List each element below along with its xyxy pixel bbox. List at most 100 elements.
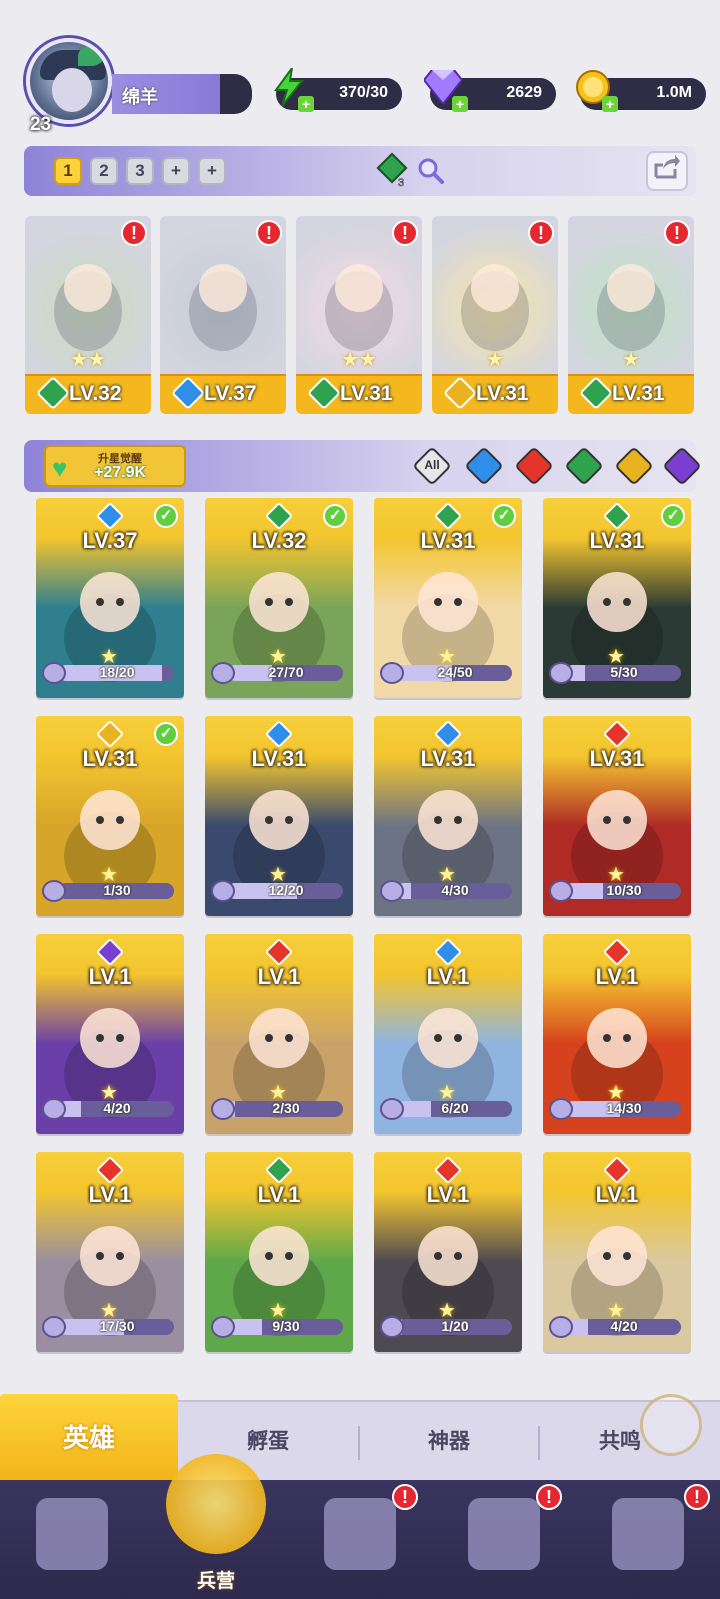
team-hero-card[interactable]: LV.37! (160, 216, 286, 414)
team-tab-add-2[interactable]: + (198, 157, 226, 185)
shard-progress: 5/30 (549, 662, 683, 684)
shard-count: 2/30 (272, 1100, 300, 1116)
hero-level: LV.31 (476, 382, 529, 405)
hero-card[interactable]: LV.31 ✓ ★ 24/50 (374, 498, 522, 698)
energy-counter[interactable]: + 370/30 (274, 68, 402, 112)
hero-level: LV.31 (82, 746, 138, 771)
shard-count: 10/30 (606, 882, 642, 898)
hero-level: LV.31 (589, 528, 645, 553)
hero-level: LV.37 (204, 382, 257, 405)
team-tab-2[interactable]: 2 (90, 157, 118, 185)
shard-progress: 24/50 (380, 662, 514, 684)
shard-count: 9/30 (272, 1318, 300, 1334)
nav-barracks-label: 兵营 (196, 1571, 235, 1592)
filter-light-icon[interactable] (614, 446, 654, 486)
team-tab-3[interactable]: 3 (126, 157, 154, 185)
shard-progress: 4/20 (549, 1316, 683, 1338)
hero-card[interactable]: LV.31 ★ 4/30 (374, 716, 522, 916)
nav-map[interactable]: ! (288, 1480, 432, 1599)
team-hero-card[interactable]: ★★ LV.32! (25, 216, 151, 414)
hero-level: LV.1 (88, 1182, 132, 1207)
hero-level: LV.1 (595, 964, 639, 989)
shard-progress: 18/20 (42, 662, 176, 684)
nav-barracks[interactable]: 兵营 (144, 1444, 288, 1599)
share-button[interactable] (646, 151, 688, 191)
player-name-bar[interactable]: 绵羊 (112, 74, 252, 114)
nav-cards[interactable] (0, 1480, 144, 1599)
sub-tab-bar: 英雄 孵蛋 神器 共鸣 (0, 1394, 720, 1482)
hero-card[interactable]: LV.1 ★ 17/30 (36, 1152, 184, 1352)
team-element-gem-icon[interactable]: 3 (374, 152, 410, 189)
shard-progress: 14/30 (549, 1098, 683, 1120)
guild-icon (612, 1498, 684, 1570)
team-hero-card[interactable]: ★ LV.31! (568, 216, 694, 414)
filter-nature-icon[interactable] (564, 446, 604, 486)
hero-level: LV.1 (257, 1182, 301, 1207)
nav-guild[interactable]: ! (576, 1480, 720, 1599)
player-avatar[interactable] (26, 38, 112, 124)
shard-count: 18/20 (99, 664, 135, 680)
hero-card[interactable]: LV.1 ★ 4/20 (543, 1152, 691, 1352)
shard-progress: 6/20 (380, 1098, 514, 1120)
add-energy-icon[interactable]: + (298, 96, 314, 112)
hero-card[interactable]: LV.31 ✓ ★ 5/30 (543, 498, 691, 698)
check-icon: ✓ (661, 504, 685, 528)
shard-progress: 10/30 (549, 880, 683, 902)
hero-card[interactable]: LV.1 ★ 9/30 (205, 1152, 353, 1352)
hero-card[interactable]: LV.1 ★ 2/30 (205, 934, 353, 1134)
hero-card[interactable]: LV.1 ★ 1/20 (374, 1152, 522, 1352)
player-level: 23 (30, 114, 52, 135)
team-tab-add-1[interactable]: + (162, 157, 190, 185)
shard-count: 12/20 (268, 882, 304, 898)
alert-badge-icon: ! (392, 220, 418, 246)
team-hero-card[interactable]: ★ LV.31! (432, 216, 558, 414)
awaken-bonus-button[interactable]: ♥ 升星觉醒 +27.9K (44, 445, 186, 487)
hero-level: LV.31 (589, 746, 645, 771)
hero-card[interactable]: LV.31 ★ 12/20 (205, 716, 353, 916)
alert-badge-icon: ! (684, 1484, 710, 1510)
hero-stars: ★ (622, 349, 640, 371)
shard-count: 4/20 (610, 1318, 638, 1334)
hero-card[interactable]: LV.32 ✓ ★ 27/70 (205, 498, 353, 698)
hero-card[interactable]: LV.1 ★ 6/20 (374, 934, 522, 1134)
hero-filter-bar: ♥ 升星觉醒 +27.9K All (24, 440, 702, 492)
hero-level: LV.1 (595, 1182, 639, 1207)
gem-counter[interactable]: + 2629 (424, 70, 556, 112)
hero-card[interactable]: LV.31 ★ 10/30 (543, 716, 691, 916)
hero-card[interactable]: LV.1 ★ 14/30 (543, 934, 691, 1134)
shard-count: 4/30 (441, 882, 469, 898)
alert-badge-icon: ! (392, 1484, 418, 1510)
check-icon: ✓ (154, 504, 178, 528)
hero-card[interactable]: LV.37 ✓ ★ 18/20 (36, 498, 184, 698)
shard-count: 5/30 (610, 664, 638, 680)
team-tab-1[interactable]: 1 (54, 157, 82, 185)
shard-count: 6/20 (441, 1100, 469, 1116)
hero-level: LV.1 (426, 1182, 470, 1207)
floating-menu-button[interactable] (640, 1394, 702, 1456)
hero-stars: ★★ (70, 349, 106, 371)
hero-card[interactable]: LV.1 ★ 4/20 (36, 934, 184, 1134)
nav-shrine[interactable]: ! (432, 1480, 576, 1599)
add-gems-icon[interactable]: + (452, 96, 468, 112)
team-gem-count: 3 (398, 177, 404, 188)
shard-count: 1/30 (103, 882, 131, 898)
team-hero-card[interactable]: ★★ LV.31! (296, 216, 422, 414)
shard-progress: 4/20 (42, 1098, 176, 1120)
filter-dark-icon[interactable] (662, 446, 702, 486)
hero-level: LV.1 (257, 964, 301, 989)
awaken-value: +27.9K (94, 464, 147, 481)
filter-water-icon[interactable] (464, 446, 504, 486)
alert-badge-icon: ! (664, 220, 690, 246)
search-icon[interactable] (416, 156, 446, 186)
subtab-artifacts[interactable]: 神器 (360, 1402, 538, 1482)
check-icon: ✓ (492, 504, 516, 528)
hero-level: LV.32 (251, 528, 307, 553)
hero-level: LV.37 (82, 528, 138, 553)
coin-counter[interactable]: + 1.0M (576, 70, 706, 112)
shard-count: 17/30 (99, 1318, 135, 1334)
filter-fire-icon[interactable] (514, 446, 554, 486)
shard-progress: 2/30 (211, 1098, 345, 1120)
add-coins-icon[interactable]: + (602, 96, 618, 112)
hero-card[interactable]: LV.31 ✓ ★ 1/30 (36, 716, 184, 916)
coin-value: 1.0M (656, 84, 692, 101)
